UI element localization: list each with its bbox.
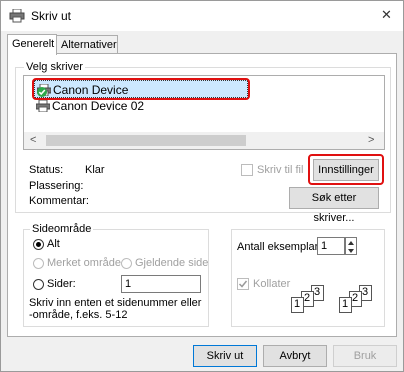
copies-spinner[interactable] (345, 237, 357, 255)
tab-general[interactable]: Generelt (7, 34, 57, 55)
cancel-button-label: Avbryt (279, 350, 311, 362)
spin-down-icon[interactable] (347, 246, 355, 254)
all-radio[interactable] (33, 239, 44, 250)
scroll-thumb[interactable] (46, 135, 246, 146)
printer-name: Canon Device 02 (52, 99, 145, 113)
print-to-file-label: Skriv til fil (257, 164, 304, 176)
page-icon: 1 (291, 297, 304, 313)
selection-label: Merket område (47, 257, 121, 269)
all-label: Alt (47, 238, 60, 250)
horizontal-scrollbar[interactable]: < > (24, 132, 384, 149)
print-dialog: Skriv ut ✕ Generelt Alternativer Velg sk… (0, 0, 404, 372)
tab-options-label: Alternativer (61, 39, 117, 51)
collate-checkbox[interactable] (237, 278, 249, 290)
selected-printer-highlight (32, 78, 250, 100)
page-digit: 1 (342, 298, 349, 310)
apply-button[interactable]: Bruk (333, 345, 397, 367)
print-button-label: Skriv ut (206, 350, 244, 362)
current-page-radio[interactable] (121, 258, 132, 269)
page-digit: 2 (352, 292, 359, 304)
page-icon: 1 (339, 297, 352, 313)
tab-general-label: Generelt (12, 38, 55, 50)
location-label: Plassering: (29, 180, 84, 192)
select-printer-legend: Velg skriver (24, 60, 85, 74)
selection-radio[interactable] (33, 258, 44, 269)
scroll-left-icon[interactable]: < (30, 134, 36, 146)
copies-count-input[interactable]: 1 (317, 237, 345, 255)
scroll-right-icon[interactable]: > (368, 134, 374, 146)
page-range-hint: Skriv inn enten et sidenummer eller -omr… (29, 297, 202, 321)
pages-radio[interactable] (33, 279, 44, 290)
status-value: Klar (85, 164, 105, 176)
page-digit: 3 (362, 286, 369, 298)
pages-label: Sider: (47, 278, 76, 290)
window-title: Skriv ut (31, 9, 72, 23)
close-icon[interactable]: ✕ (381, 7, 392, 23)
current-page-label: Gjeldende side (135, 257, 209, 269)
pages-input-value: 1 (125, 278, 132, 290)
cancel-button[interactable]: Avbryt (263, 345, 327, 367)
copies-count-value: 1 (321, 240, 328, 252)
title-bar: Skriv ut ✕ (1, 1, 403, 31)
page-digit: 2 (304, 292, 311, 304)
collate-icon-set-2: 3 2 1 (339, 285, 381, 319)
page-digit: 3 (314, 286, 321, 298)
status-label: Status: (29, 164, 64, 176)
page-range-legend: Sideområde (30, 222, 94, 236)
page-digit: 1 (294, 298, 301, 310)
print-to-file-checkbox[interactable] (241, 164, 253, 176)
spin-up-icon[interactable] (347, 238, 355, 246)
comment-label: Kommentar: (29, 195, 89, 207)
pages-input[interactable]: 1 (121, 275, 201, 293)
collate-label: Kollater (253, 278, 291, 290)
apply-button-label: Bruk (353, 350, 377, 362)
print-button[interactable]: Skriv ut (193, 345, 257, 367)
settings-button-highlight (308, 154, 384, 185)
find-printer-button[interactable]: Søk etter skriver... (289, 187, 379, 224)
printer-icon (35, 99, 51, 113)
printer-app-icon (9, 8, 25, 23)
printer-list[interactable]: Canon Device Canon Device 02 < > (23, 75, 385, 150)
find-printer-button-label: Søk etter skriver... (311, 192, 357, 224)
collate-icon-set-1: 3 2 1 (291, 285, 333, 319)
tab-options[interactable]: Alternativer (56, 35, 118, 54)
printer-row[interactable]: Canon Device 02 (34, 98, 248, 114)
